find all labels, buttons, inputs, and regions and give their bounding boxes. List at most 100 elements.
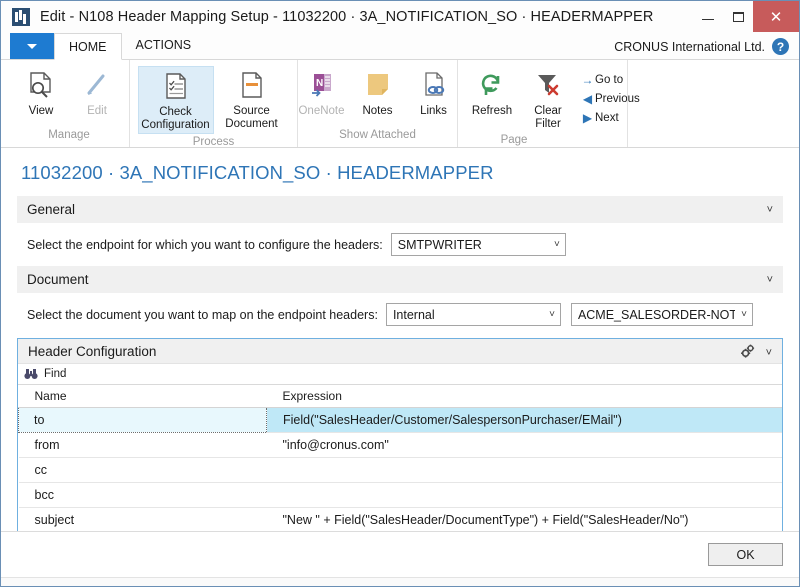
source-document-button[interactable]: Source Document [214, 66, 290, 132]
view-button[interactable]: View [13, 66, 69, 120]
general-group-header[interactable]: General ˅ [17, 196, 783, 223]
notes-button-label: Notes [362, 105, 393, 117]
tab-home[interactable]: HOME [54, 33, 122, 60]
ribbon-group-label-show-attached: Show Attached [339, 129, 416, 141]
header-configuration-grid: Name Expression to Field("SalesHeader/Cu… [18, 385, 782, 531]
edit-pencil-icon [84, 69, 110, 103]
close-icon: ✕ [769, 8, 783, 26]
view-page-icon [27, 69, 55, 103]
app-icon [12, 7, 30, 26]
cell-expression[interactable] [266, 457, 782, 483]
cell-expression[interactable]: Field("SalesHeader/Customer/SalespersonP… [266, 407, 782, 433]
refresh-button-label: Refresh [471, 105, 513, 117]
page-title: 11032200 · 3A_NOTIFICATION_SO · HEADERMA… [21, 162, 494, 183]
chevron-up-icon[interactable]: ˅ [767, 204, 773, 216]
column-header-name[interactable]: Name [18, 385, 267, 408]
links-button[interactable]: Links [406, 66, 462, 120]
cell-name[interactable]: to [18, 407, 267, 433]
table-row[interactable]: bcc [18, 482, 782, 508]
ribbon-group-show-attached: N OneNote Notes Links Show Attached [297, 60, 457, 147]
svg-text:N: N [316, 78, 323, 89]
check-configuration-button[interactable]: Check Configuration [137, 66, 214, 134]
notes-button[interactable]: Notes [350, 66, 406, 120]
chevron-down-icon: ˅ [553, 239, 560, 250]
next-button-label: Next [595, 111, 619, 124]
maximize-icon [732, 11, 744, 22]
cell-name[interactable]: from [18, 432, 267, 458]
ribbon-group-page: Refresh Clear Filter → Go to ◀ Previous … [457, 60, 640, 147]
document-type-select-value: Internal [392, 307, 435, 322]
clear-filter-button[interactable]: Clear Filter [520, 66, 576, 132]
ribbon-group-spacer [627, 60, 799, 147]
notes-icon [364, 69, 392, 103]
close-button[interactable]: ✕ [753, 1, 799, 32]
onenote-icon: N [307, 69, 337, 103]
cell-expression[interactable]: "New " + Field("SalesHeader/DocumentType… [266, 507, 782, 531]
links-button-label: Links [420, 105, 447, 117]
page-content: 11032200 · 3A_NOTIFICATION_SO · HEADERMA… [1, 148, 799, 531]
edit-button[interactable]: Edit [69, 66, 125, 120]
clear-filter-icon [534, 69, 562, 103]
cell-name[interactable]: subject [18, 507, 267, 531]
onenote-button-label: OneNote [298, 105, 345, 117]
find-bar[interactable]: Find [18, 364, 782, 385]
header-configuration-label: Header Configuration [28, 343, 157, 359]
cell-name[interactable]: cc [18, 457, 267, 483]
table-row[interactable]: from "info@cronus.com" [18, 432, 782, 458]
quick-access-dropdown-button[interactable] [10, 33, 54, 59]
cell-expression[interactable] [266, 482, 782, 508]
cell-name[interactable]: bcc [18, 482, 267, 508]
check-configuration-button-label: Check Configuration [141, 106, 210, 131]
maximize-button[interactable] [723, 1, 753, 32]
table-row[interactable]: subject "New " + Field("SalesHeader/Docu… [18, 507, 782, 531]
find-label: Find [44, 368, 67, 380]
endpoint-label: Select the endpoint for which you want t… [27, 237, 383, 252]
grid-header-row: Name Expression [18, 385, 782, 408]
window-title: Edit - N108 Header Mapping Setup - 11032… [40, 8, 654, 25]
ribbon: View Edit Manage Check Configuration Sou… [1, 60, 799, 148]
document-name-select[interactable]: ACME_SALESORDER-NOT ˅ [570, 303, 753, 326]
column-header-expression[interactable]: Expression [266, 385, 782, 408]
links-icon [420, 69, 448, 103]
minimize-icon [702, 19, 714, 20]
general-group-label: General [27, 202, 76, 217]
chevron-up-icon[interactable]: ˅ [767, 274, 773, 286]
tab-actions[interactable]: ACTIONS [122, 32, 206, 59]
ribbon-group-label-manage: Manage [48, 129, 90, 141]
header-configuration-part: Header Configuration ˅ Find Name Express… [17, 338, 783, 531]
general-field-row: Select the endpoint for which you want t… [17, 223, 783, 266]
ok-button[interactable]: OK [708, 543, 783, 566]
chevron-up-icon[interactable]: ˅ [766, 347, 772, 359]
document-field-row: Select the document you want to map on t… [17, 293, 783, 336]
document-group-label: Document [27, 272, 89, 287]
endpoint-select-value: SMTPWRITER [397, 237, 482, 252]
onenote-button[interactable]: N OneNote [294, 66, 350, 120]
table-row[interactable]: cc [18, 457, 782, 483]
document-type-select[interactable]: Internal ˅ [385, 303, 561, 326]
window-controls: ✕ [693, 1, 799, 32]
status-bar [1, 577, 799, 586]
ribbon-group-manage: View Edit Manage [9, 60, 129, 147]
dialog-footer: OK [1, 531, 799, 577]
chevron-down-icon: ˅ [549, 309, 555, 320]
minimize-button[interactable] [693, 1, 723, 32]
title-bar: Edit - N108 Header Mapping Setup - 11032… [1, 1, 799, 32]
document-name-select-value: ACME_SALESORDER-NOT [577, 307, 736, 322]
endpoint-select[interactable]: SMTPWRITER ˅ [390, 233, 566, 256]
clear-filter-button-label: Clear Filter [534, 105, 562, 130]
refresh-icon [478, 69, 506, 103]
help-icon[interactable]: ? [772, 38, 789, 55]
application-window: Edit - N108 Header Mapping Setup - 11032… [0, 0, 800, 587]
chevron-down-icon: ˅ [741, 309, 747, 320]
source-document-icon [238, 69, 266, 103]
cell-expression[interactable]: "info@cronus.com" [266, 432, 782, 458]
configure-gears-icon[interactable] [740, 343, 756, 362]
table-row[interactable]: to Field("SalesHeader/Customer/Salespers… [18, 407, 782, 433]
header-configuration-group-header[interactable]: Header Configuration ˅ [18, 339, 782, 364]
ribbon-group-process: Check Configuration Source Document Proc… [129, 60, 297, 148]
check-configuration-icon [162, 70, 190, 104]
goto-button-label: Go to [595, 73, 624, 86]
ribbon-tabstrip: HOME ACTIONS CRONUS International Ltd. ? [1, 32, 799, 60]
document-group-header[interactable]: Document ˅ [17, 266, 783, 293]
refresh-button[interactable]: Refresh [464, 66, 520, 120]
